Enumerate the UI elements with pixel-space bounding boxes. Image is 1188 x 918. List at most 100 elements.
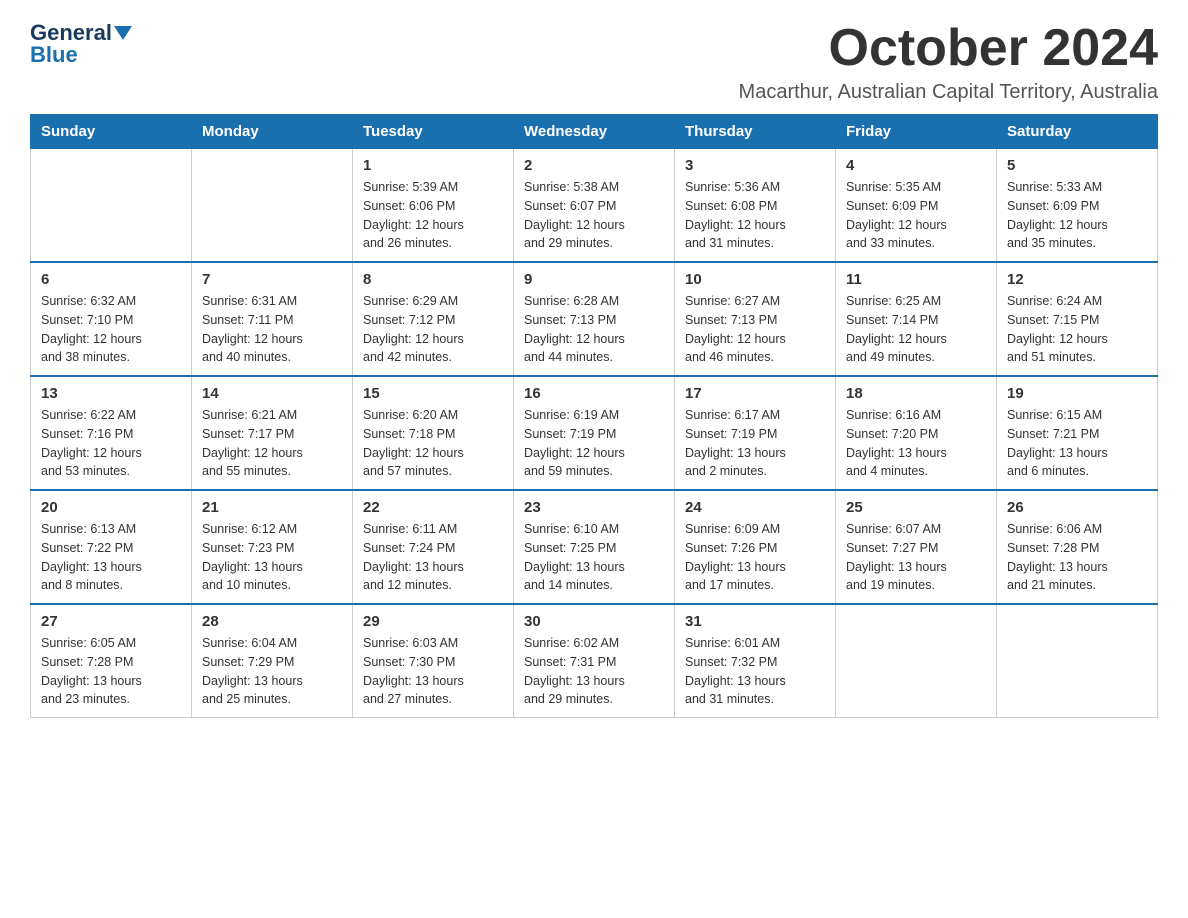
day-info: Sunrise: 6:27 AMSunset: 7:13 PMDaylight:… xyxy=(685,292,825,367)
day-info: Sunrise: 6:01 AMSunset: 7:32 PMDaylight:… xyxy=(685,634,825,709)
logo-triangle-icon xyxy=(114,26,132,40)
day-info: Sunrise: 5:38 AMSunset: 6:07 PMDaylight:… xyxy=(524,178,664,253)
day-info: Sunrise: 5:35 AMSunset: 6:09 PMDaylight:… xyxy=(846,178,986,253)
calendar-week-row: 13 Sunrise: 6:22 AMSunset: 7:16 PMDayligh… xyxy=(31,376,1158,490)
header-friday: Friday xyxy=(836,115,997,149)
day-number: 5 xyxy=(1007,157,1147,174)
day-number: 10 xyxy=(685,271,825,288)
calendar-cell: 9 Sunrise: 6:28 AMSunset: 7:13 PMDaylight… xyxy=(514,262,675,376)
day-info: Sunrise: 6:07 AMSunset: 7:27 PMDaylight:… xyxy=(846,520,986,595)
day-number: 24 xyxy=(685,499,825,516)
header-tuesday: Tuesday xyxy=(353,115,514,149)
day-number: 25 xyxy=(846,499,986,516)
calendar-cell xyxy=(192,149,353,263)
calendar-cell: 24 Sunrise: 6:09 AMSunset: 7:26 PMDayligh… xyxy=(675,490,836,604)
day-info: Sunrise: 6:24 AMSunset: 7:15 PMDaylight:… xyxy=(1007,292,1147,367)
calendar-cell: 25 Sunrise: 6:07 AMSunset: 7:27 PMDayligh… xyxy=(836,490,997,604)
day-number: 17 xyxy=(685,385,825,402)
day-info: Sunrise: 6:20 AMSunset: 7:18 PMDaylight:… xyxy=(363,406,503,481)
day-number: 21 xyxy=(202,499,342,516)
day-info: Sunrise: 6:15 AMSunset: 7:21 PMDaylight:… xyxy=(1007,406,1147,481)
day-number: 12 xyxy=(1007,271,1147,288)
day-number: 27 xyxy=(41,613,181,630)
calendar-cell: 3 Sunrise: 5:36 AMSunset: 6:08 PMDaylight… xyxy=(675,149,836,263)
day-info: Sunrise: 6:29 AMSunset: 7:12 PMDaylight:… xyxy=(363,292,503,367)
calendar-cell: 14Sunrise: 6:21 AMSunset: 7:17 PMDayligh… xyxy=(192,376,353,490)
calendar-cell: 2 Sunrise: 5:38 AMSunset: 6:07 PMDaylight… xyxy=(514,149,675,263)
calendar-cell: 18Sunrise: 6:16 AMSunset: 7:20 PMDayligh… xyxy=(836,376,997,490)
header-sunday: Sunday xyxy=(31,115,192,149)
day-number: 13 xyxy=(41,385,181,402)
calendar-cell xyxy=(836,604,997,718)
calendar-cell: 26Sunrise: 6:06 AMSunset: 7:28 PMDayligh… xyxy=(997,490,1158,604)
day-info: Sunrise: 6:03 AMSunset: 7:30 PMDaylight:… xyxy=(363,634,503,709)
logo-blue-text: Blue xyxy=(30,42,78,68)
logo: General Blue xyxy=(30,20,132,68)
calendar-cell: 12 Sunrise: 6:24 AMSunset: 7:15 PMDayligh… xyxy=(997,262,1158,376)
calendar-cell: 31 Sunrise: 6:01 AMSunset: 7:32 PMDayligh… xyxy=(675,604,836,718)
day-number: 6 xyxy=(41,271,181,288)
day-number: 28 xyxy=(202,613,342,630)
day-number: 1 xyxy=(363,157,503,174)
day-info: Sunrise: 6:10 AMSunset: 7:25 PMDaylight:… xyxy=(524,520,664,595)
day-info: Sunrise: 6:12 AMSunset: 7:23 PMDaylight:… xyxy=(202,520,342,595)
calendar-cell: 7Sunrise: 6:31 AMSunset: 7:11 PMDaylight… xyxy=(192,262,353,376)
calendar-week-row: 6 Sunrise: 6:32 AMSunset: 7:10 PMDaylight… xyxy=(31,262,1158,376)
calendar-cell: 13 Sunrise: 6:22 AMSunset: 7:16 PMDayligh… xyxy=(31,376,192,490)
title-area: October 2024 Macarthur, Australian Capit… xyxy=(739,20,1158,104)
calendar-cell: 10 Sunrise: 6:27 AMSunset: 7:13 PMDayligh… xyxy=(675,262,836,376)
day-number: 2 xyxy=(524,157,664,174)
day-number: 30 xyxy=(524,613,664,630)
day-number: 26 xyxy=(1007,499,1147,516)
day-number: 31 xyxy=(685,613,825,630)
calendar-cell: 16 Sunrise: 6:19 AMSunset: 7:19 PMDayligh… xyxy=(514,376,675,490)
day-info: Sunrise: 6:28 AMSunset: 7:13 PMDaylight:… xyxy=(524,292,664,367)
day-number: 15 xyxy=(363,385,503,402)
day-number: 29 xyxy=(363,613,503,630)
calendar-week-row: 27 Sunrise: 6:05 AMSunset: 7:28 PMDayligh… xyxy=(31,604,1158,718)
calendar-cell: 19 Sunrise: 6:15 AMSunset: 7:21 PMDayligh… xyxy=(997,376,1158,490)
calendar-cell: 15 Sunrise: 6:20 AMSunset: 7:18 PMDayligh… xyxy=(353,376,514,490)
day-number: 8 xyxy=(363,271,503,288)
calendar-cell: 17 Sunrise: 6:17 AMSunset: 7:19 PMDayligh… xyxy=(675,376,836,490)
calendar-cell: 5Sunrise: 5:33 AMSunset: 6:09 PMDaylight… xyxy=(997,149,1158,263)
calendar-week-row: 1 Sunrise: 5:39 AMSunset: 6:06 PMDaylight… xyxy=(31,149,1158,263)
calendar-cell: 28 Sunrise: 6:04 AMSunset: 7:29 PMDayligh… xyxy=(192,604,353,718)
day-info: Sunrise: 6:04 AMSunset: 7:29 PMDaylight:… xyxy=(202,634,342,709)
day-number: 11 xyxy=(846,271,986,288)
day-number: 3 xyxy=(685,157,825,174)
day-info: Sunrise: 6:19 AMSunset: 7:19 PMDaylight:… xyxy=(524,406,664,481)
day-info: Sunrise: 6:09 AMSunset: 7:26 PMDaylight:… xyxy=(685,520,825,595)
day-number: 23 xyxy=(524,499,664,516)
day-number: 9 xyxy=(524,271,664,288)
day-info: Sunrise: 6:17 AMSunset: 7:19 PMDaylight:… xyxy=(685,406,825,481)
day-number: 16 xyxy=(524,385,664,402)
calendar-cell: 6 Sunrise: 6:32 AMSunset: 7:10 PMDaylight… xyxy=(31,262,192,376)
calendar-cell xyxy=(997,604,1158,718)
calendar-cell: 20Sunrise: 6:13 AMSunset: 7:22 PMDayligh… xyxy=(31,490,192,604)
calendar-table: SundayMondayTuesdayWednesdayThursdayFrid… xyxy=(30,114,1158,718)
day-info: Sunrise: 5:39 AMSunset: 6:06 PMDaylight:… xyxy=(363,178,503,253)
day-info: Sunrise: 6:21 AMSunset: 7:17 PMDaylight:… xyxy=(202,406,342,481)
calendar-cell: 27 Sunrise: 6:05 AMSunset: 7:28 PMDayligh… xyxy=(31,604,192,718)
calendar-cell: 4Sunrise: 5:35 AMSunset: 6:09 PMDaylight… xyxy=(836,149,997,263)
day-info: Sunrise: 6:02 AMSunset: 7:31 PMDaylight:… xyxy=(524,634,664,709)
day-info: Sunrise: 6:11 AMSunset: 7:24 PMDaylight:… xyxy=(363,520,503,595)
calendar-cell: 29 Sunrise: 6:03 AMSunset: 7:30 PMDayligh… xyxy=(353,604,514,718)
calendar-cell: 22Sunrise: 6:11 AMSunset: 7:24 PMDayligh… xyxy=(353,490,514,604)
calendar-cell xyxy=(31,149,192,263)
calendar-cell: 30 Sunrise: 6:02 AMSunset: 7:31 PMDayligh… xyxy=(514,604,675,718)
calendar-week-row: 20Sunrise: 6:13 AMSunset: 7:22 PMDayligh… xyxy=(31,490,1158,604)
calendar-cell: 23 Sunrise: 6:10 AMSunset: 7:25 PMDayligh… xyxy=(514,490,675,604)
day-info: Sunrise: 5:36 AMSunset: 6:08 PMDaylight:… xyxy=(685,178,825,253)
day-info: Sunrise: 6:16 AMSunset: 7:20 PMDaylight:… xyxy=(846,406,986,481)
header-wednesday: Wednesday xyxy=(514,115,675,149)
day-info: Sunrise: 6:22 AMSunset: 7:16 PMDaylight:… xyxy=(41,406,181,481)
day-info: Sunrise: 6:05 AMSunset: 7:28 PMDaylight:… xyxy=(41,634,181,709)
day-number: 19 xyxy=(1007,385,1147,402)
day-info: Sunrise: 6:13 AMSunset: 7:22 PMDaylight:… xyxy=(41,520,181,595)
calendar-header-row: SundayMondayTuesdayWednesdayThursdayFrid… xyxy=(31,115,1158,149)
day-info: Sunrise: 6:31 AMSunset: 7:11 PMDaylight:… xyxy=(202,292,342,367)
header-monday: Monday xyxy=(192,115,353,149)
day-info: Sunrise: 6:32 AMSunset: 7:10 PMDaylight:… xyxy=(41,292,181,367)
